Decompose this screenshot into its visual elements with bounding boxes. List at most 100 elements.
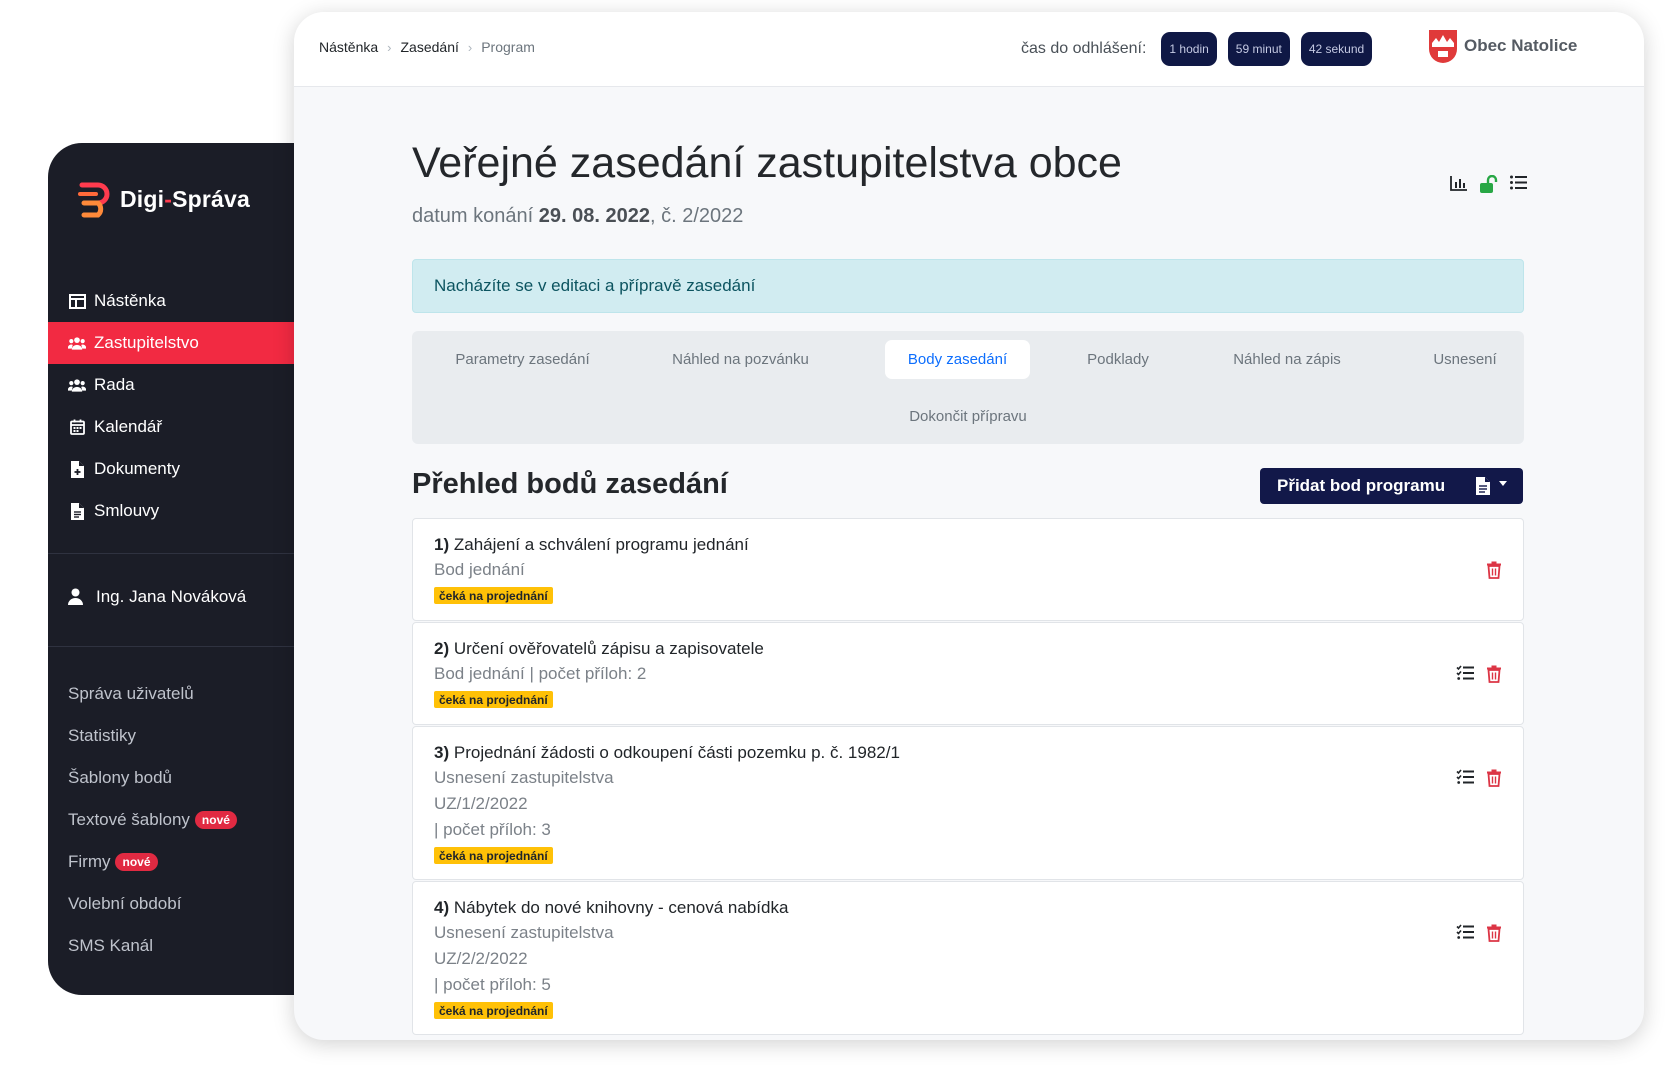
admin-item-label: Správa uživatelů	[68, 684, 194, 703]
checklist-icon[interactable]	[1456, 769, 1474, 787]
nav-label: Kalendář	[94, 417, 163, 436]
admin-item-label: Firmy	[68, 852, 111, 871]
meta-prefix: datum konání	[412, 205, 534, 227]
agenda-item[interactable]: 3) Projednání žádosti o odkoupení části …	[412, 726, 1524, 880]
tab-usneseni[interactable]: Usnesení	[1415, 340, 1515, 379]
users-icon	[68, 376, 86, 394]
agenda-item-title: 2) Určení ověřovatelů zápisu a zapisovat…	[434, 639, 764, 659]
resolution-number: UZ/2/2/2022	[434, 949, 528, 968]
tab-podklady[interactable]: Podklady	[1068, 340, 1168, 379]
section-title: Přehled bodů zasedání	[412, 468, 728, 500]
sidebar-divider	[48, 646, 298, 647]
admin-item-statistiky[interactable]: Statistiky	[68, 715, 288, 757]
admin-item-volebni-obdobi[interactable]: Volební období	[68, 883, 288, 925]
chevron-down-icon[interactable]	[1499, 481, 1507, 486]
new-badge: nové	[194, 811, 237, 829]
agenda-item[interactable]: 4) Nábytek do nové knihovny - cenová nab…	[412, 881, 1524, 1035]
attachment-count: | počet příloh: 5	[434, 975, 551, 994]
list-icon[interactable]	[1510, 175, 1530, 193]
tab-nahled-na-pozvanku[interactable]: Náhled na pozvánku	[658, 340, 823, 379]
timer-seconds: 42 sekund	[1300, 32, 1373, 66]
tab-dokoncit-pripravu[interactable]: Dokončit přípravu	[893, 397, 1043, 436]
agenda-item-number: 4)	[434, 898, 450, 917]
breadcrumb-separator-icon: ›	[387, 39, 392, 55]
add-agenda-item-button[interactable]: Přidat bod programu	[1260, 468, 1523, 504]
admin-item-sablony-bodu[interactable]: Šablony bodů	[68, 757, 288, 799]
info-alert: Nacházíte se v editaci a přípravě zasedá…	[412, 259, 1524, 313]
checklist-icon[interactable]	[1456, 924, 1474, 942]
checklist-icon[interactable]	[1456, 665, 1474, 683]
agenda-item-title: 3) Projednání žádosti o odkoupení části …	[434, 743, 900, 763]
breadcrumb-program: Program	[481, 39, 535, 55]
trash-icon[interactable]	[1486, 665, 1504, 683]
status-badge: čeká na projednání	[434, 587, 553, 604]
status-badge: čeká na projednání	[434, 691, 553, 708]
agenda-item-number: 1)	[434, 535, 450, 554]
nav-item-smlouvy[interactable]: Smlouvy	[48, 490, 298, 532]
admin-nav: Správa uživatelů Statistiky Šablony bodů…	[68, 673, 288, 967]
file-text-icon	[68, 502, 86, 520]
tab-nahled-na-zapis[interactable]: Náhled na zápis	[1217, 340, 1357, 379]
agenda-item-type: Usnesení zastupitelstva	[434, 768, 614, 787]
trash-icon[interactable]	[1486, 769, 1504, 787]
brand-name: Digi-Správa	[120, 185, 251, 212]
digi-sprava-logo-icon	[78, 182, 110, 218]
file-add-icon	[68, 460, 86, 478]
agenda-item[interactable]: 2) Určení ověřovatelů zápisu a zapisovat…	[412, 622, 1524, 725]
unlock-icon[interactable]	[1480, 175, 1500, 193]
tab-parametry-zasedani[interactable]: Parametry zasedání	[440, 340, 605, 379]
agenda-item-number: 2)	[434, 639, 450, 658]
municipality[interactable]: Obec Natolice	[1428, 29, 1577, 65]
agenda-item-title: 4) Nábytek do nové knihovny - cenová nab…	[434, 898, 788, 918]
top-bar: Nástěnka › Zasedání › Program čas do odh…	[294, 12, 1644, 87]
agenda-item-actions	[1456, 665, 1504, 683]
admin-item-firmy[interactable]: Firmy nové	[68, 841, 288, 883]
meeting-number: , č. 2/2022	[649, 205, 744, 227]
title-actions	[1450, 175, 1530, 193]
add-button-label: Přidat bod programu	[1277, 476, 1446, 495]
user-profile[interactable]: Ing. Jana Nováková	[68, 587, 246, 607]
user-name: Ing. Jana Nováková	[96, 587, 247, 606]
nav-item-rada[interactable]: Rada	[48, 364, 298, 406]
brand[interactable]: Digi-Správa	[78, 179, 250, 219]
logout-timer: čas do odhlášení: 1 hodin 59 minut 42 se…	[1021, 32, 1383, 66]
chart-icon[interactable]	[1450, 175, 1470, 193]
nav-label: Smlouvy	[94, 501, 160, 520]
agenda-item-number: 3)	[434, 743, 450, 762]
page-title: Veřejné zasedání zastupitelstva obce	[412, 139, 1122, 187]
nav-item-kalendar[interactable]: Kalendář	[48, 406, 298, 448]
status-badge: čeká na projednání	[434, 847, 553, 864]
agenda-item-actions	[1486, 561, 1504, 579]
sidebar: Digi-Správa Nástěnka Zastupitelstvo Rada…	[48, 143, 298, 995]
nav-item-nastenka[interactable]: Nástěnka	[48, 280, 298, 322]
agenda-item-name: Zahájení a schválení programu jednání	[453, 535, 749, 554]
agenda-item-actions	[1456, 924, 1504, 942]
tab-body-zasedani[interactable]: Body zasedání	[885, 340, 1030, 379]
breadcrumb-zasedani[interactable]: Zasedání	[401, 39, 459, 55]
municipality-crest-icon	[1429, 30, 1457, 63]
main-nav: Nástěnka Zastupitelstvo Rada Kalendář Do…	[48, 280, 298, 532]
timer-hours: 1 hodin	[1161, 32, 1217, 66]
admin-item-label: SMS Kanál	[68, 936, 154, 955]
nav-item-zastupitelstvo[interactable]: Zastupitelstvo	[48, 322, 298, 364]
calendar-icon	[68, 418, 86, 436]
trash-icon[interactable]	[1486, 924, 1504, 942]
admin-item-textove-sablony[interactable]: Textové šablony nové	[68, 799, 288, 841]
admin-item-sms-kanal[interactable]: SMS Kanál	[68, 925, 288, 967]
agenda-item-type: Usnesení zastupitelstva	[434, 923, 614, 942]
admin-item-sprava-uzivatelu[interactable]: Správa uživatelů	[68, 673, 288, 715]
nav-label: Zastupitelstvo	[94, 333, 199, 352]
agenda-item-name: Nábytek do nové knihovny - cenová nabídk…	[453, 898, 789, 917]
admin-item-label: Statistiky	[68, 726, 137, 745]
nav-item-dokumenty[interactable]: Dokumenty	[48, 448, 298, 490]
trash-icon[interactable]	[1486, 561, 1504, 579]
breadcrumb-nastenka[interactable]: Nástěnka	[319, 39, 378, 55]
agenda-item[interactable]: 1) Zahájení a schválení programu jednání…	[412, 518, 1524, 621]
admin-item-label: Volební období	[68, 894, 182, 913]
admin-item-label: Šablony bodů	[68, 768, 172, 787]
agenda-item-actions	[1456, 769, 1504, 787]
admin-item-label: Textové šablony	[68, 810, 190, 829]
breadcrumb-separator-icon: ›	[467, 39, 473, 55]
nav-label: Rada	[94, 375, 135, 394]
meeting-date: 29. 08. 2022	[538, 205, 650, 227]
